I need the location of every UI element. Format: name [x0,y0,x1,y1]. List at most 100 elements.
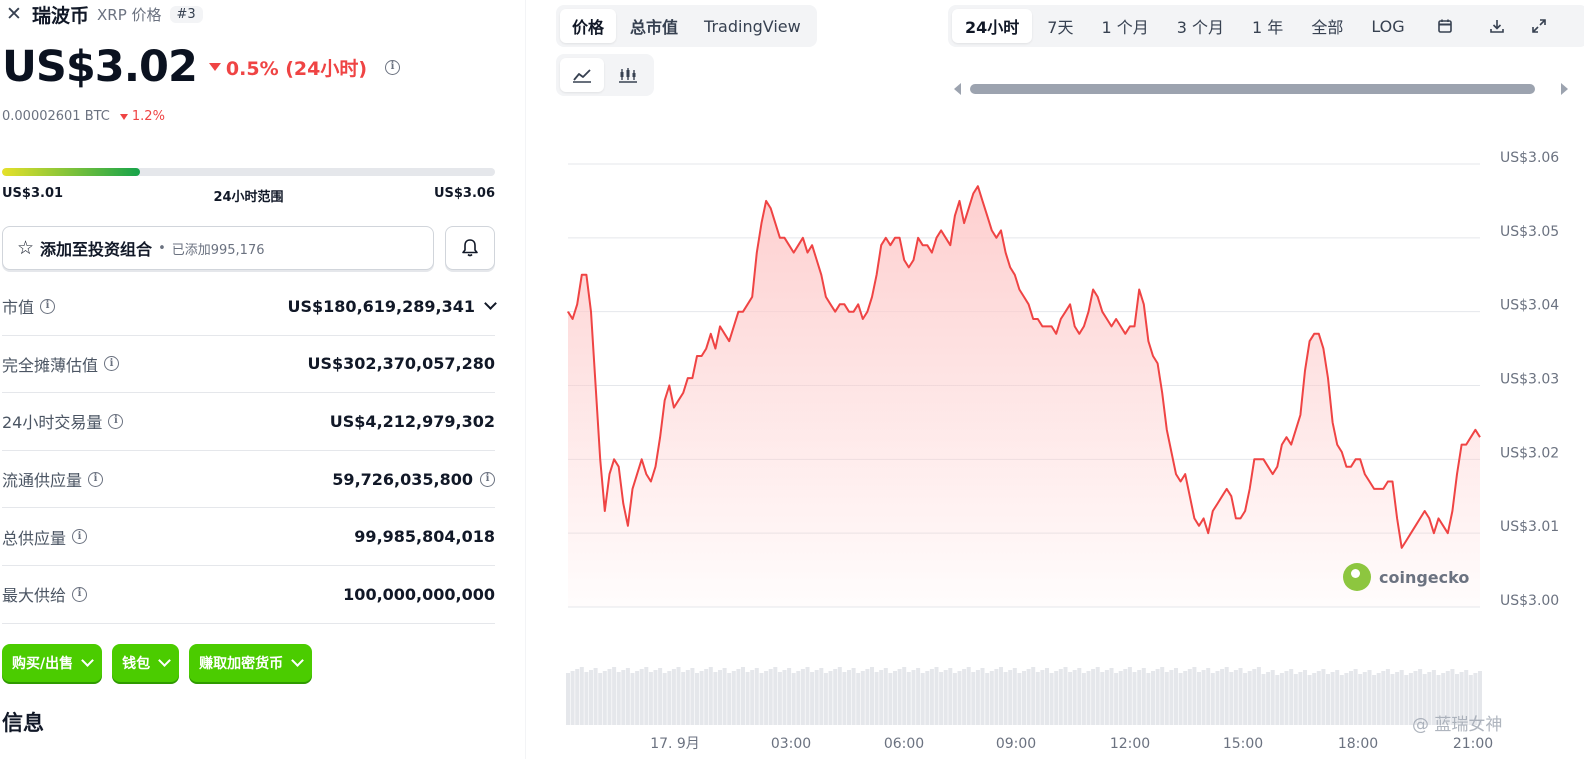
volume-bar [1031,667,1036,725]
volume-bar [566,673,570,725]
info-icon[interactable]: i [40,298,56,314]
stat-value-text: US$180,619,289,341 [287,296,475,316]
x-tick-label: 17. 9月 [650,736,700,752]
range-tab[interactable]: 全部 [1298,9,1356,43]
volume-bar [823,673,828,725]
info-section-heading: 信息 [2,711,44,735]
stat-label-text: 总供应量 [2,528,67,548]
volume-bar [1210,673,1215,725]
volume-bar [939,672,944,725]
volume-bar [994,669,999,725]
info-icon[interactable]: i [385,59,401,75]
volume-bar [847,670,851,725]
volume-bar [653,670,658,725]
volume-bar [1270,670,1275,725]
range-label: 24小时范围 [213,190,284,205]
x-tick-label: 03:00 [771,736,811,752]
volume-bar [796,671,801,725]
action-dropdown-button[interactable]: 赚取加密货币 [189,644,313,682]
chart-scrollbar[interactable] [950,80,1584,98]
action-label: 钱包 [122,656,151,672]
volume-bar [727,673,732,725]
volume-bar [874,672,879,725]
volume-bar [902,667,907,725]
chart-tab[interactable]: TradingView [692,9,813,43]
volume-bar [1316,671,1321,725]
volume-bar [1127,667,1132,725]
stat-row: 最大供给 i 100,000,000,000 [2,566,495,624]
volume-bar [1238,668,1243,725]
chart-tab[interactable]: 价格 [560,9,617,43]
info-icon[interactable]: i [108,413,124,429]
volume-bar [777,672,782,725]
info-icon[interactable]: i [72,529,88,545]
action-dropdown-button[interactable]: 购买/出售 [2,644,103,682]
volume-bar [1201,670,1206,725]
stat-value-text: 99,985,804,018 [354,527,495,547]
range-low: US$3.01 [2,186,64,201]
volume-bar [800,669,805,725]
x-tick-label: 09:00 [996,736,1036,752]
fullscreen-button[interactable] [1524,9,1554,43]
volume-bar [1298,672,1303,725]
current-price: US$3.02 [2,42,198,92]
stat-row[interactable]: 市值 i US$180,619,289,341 [2,278,497,336]
stat-value-text: US$4,212,979,302 [329,411,495,431]
volume-bar [893,671,897,725]
download-button[interactable] [1472,9,1522,43]
volume-bar [952,673,957,725]
info-icon[interactable]: i [72,586,88,602]
range-tab[interactable]: 7天 [1034,9,1086,43]
candlestick-chart-button[interactable] [606,58,650,92]
volume-bar [773,667,778,725]
volume-bar [1252,669,1257,725]
coingecko-watermark: coingecko [1343,563,1469,591]
info-icon[interactable]: i [480,471,495,487]
volume-bar [814,670,819,725]
volume-bar [722,668,727,725]
calendar-icon [1437,19,1452,33]
price-chart[interactable]: US$3.06 US$3.05 US$3.04 US$3.03 US$3.02 US$3.… [540,140,1584,759]
volume-bar [1289,669,1294,725]
scroll-left-icon[interactable] [954,83,961,95]
chevron-down-icon[interactable] [484,297,497,311]
separator-dot: • [158,240,166,256]
chart-tab[interactable]: 总市值 [618,9,690,43]
stat-label-text: 完全摊薄估值 [2,355,99,375]
calendar-button[interactable] [1420,9,1470,43]
volume-bar [579,667,584,725]
price-area [568,186,1480,607]
range-tab[interactable]: LOG [1358,9,1417,43]
time-range-tabs: 24小时 7天 1 个月 3 个月 1 年全部 LOG [948,5,1584,47]
portfolio-label: 添加至投资组合 [40,240,153,259]
volume-bar [971,672,976,725]
range-bar-fill [2,168,141,176]
btc-price-row: 0.00002601 BTC 1.2% [2,109,165,124]
info-icon[interactable]: i [88,471,104,487]
candlestick-chart-icon [619,68,637,83]
volume-bar [630,673,635,725]
add-to-portfolio-button[interactable]: ☆ 添加至投资组合 • 已添加995,176 [2,226,434,270]
range-tab[interactable]: 1 年 [1239,9,1296,43]
line-chart-button[interactable] [560,58,604,92]
price-alert-button[interactable] [445,226,495,270]
volume-bar [920,673,925,725]
info-icon[interactable]: i [104,356,120,372]
volume-bar [575,669,580,725]
range-tab[interactable]: 1 个月 [1088,9,1161,43]
close-icon[interactable]: ✕ [4,4,24,24]
action-dropdown-button[interactable]: 钱包 [112,644,180,682]
volume-bar [1095,667,1100,725]
volume-bar [759,673,764,725]
range-tab[interactable]: 24小时 [952,9,1033,43]
volume-bar [1284,671,1289,725]
range-tab[interactable]: 3 个月 [1164,9,1237,43]
stat-label: 最大供给 i [2,582,88,606]
range-high: US$3.06 [433,186,495,201]
scrollbar-thumb[interactable] [970,84,1535,94]
volume-bar [1063,667,1068,725]
scroll-right-icon[interactable] [1561,83,1568,95]
stat-value: 100,000,000,000 [343,585,495,604]
volume-bar [1072,670,1077,725]
coin-info-panel: ✕ 瑞波币 XRP 价格 #3 US$3.02 0.5% (24小时) i 0.… [0,0,500,759]
